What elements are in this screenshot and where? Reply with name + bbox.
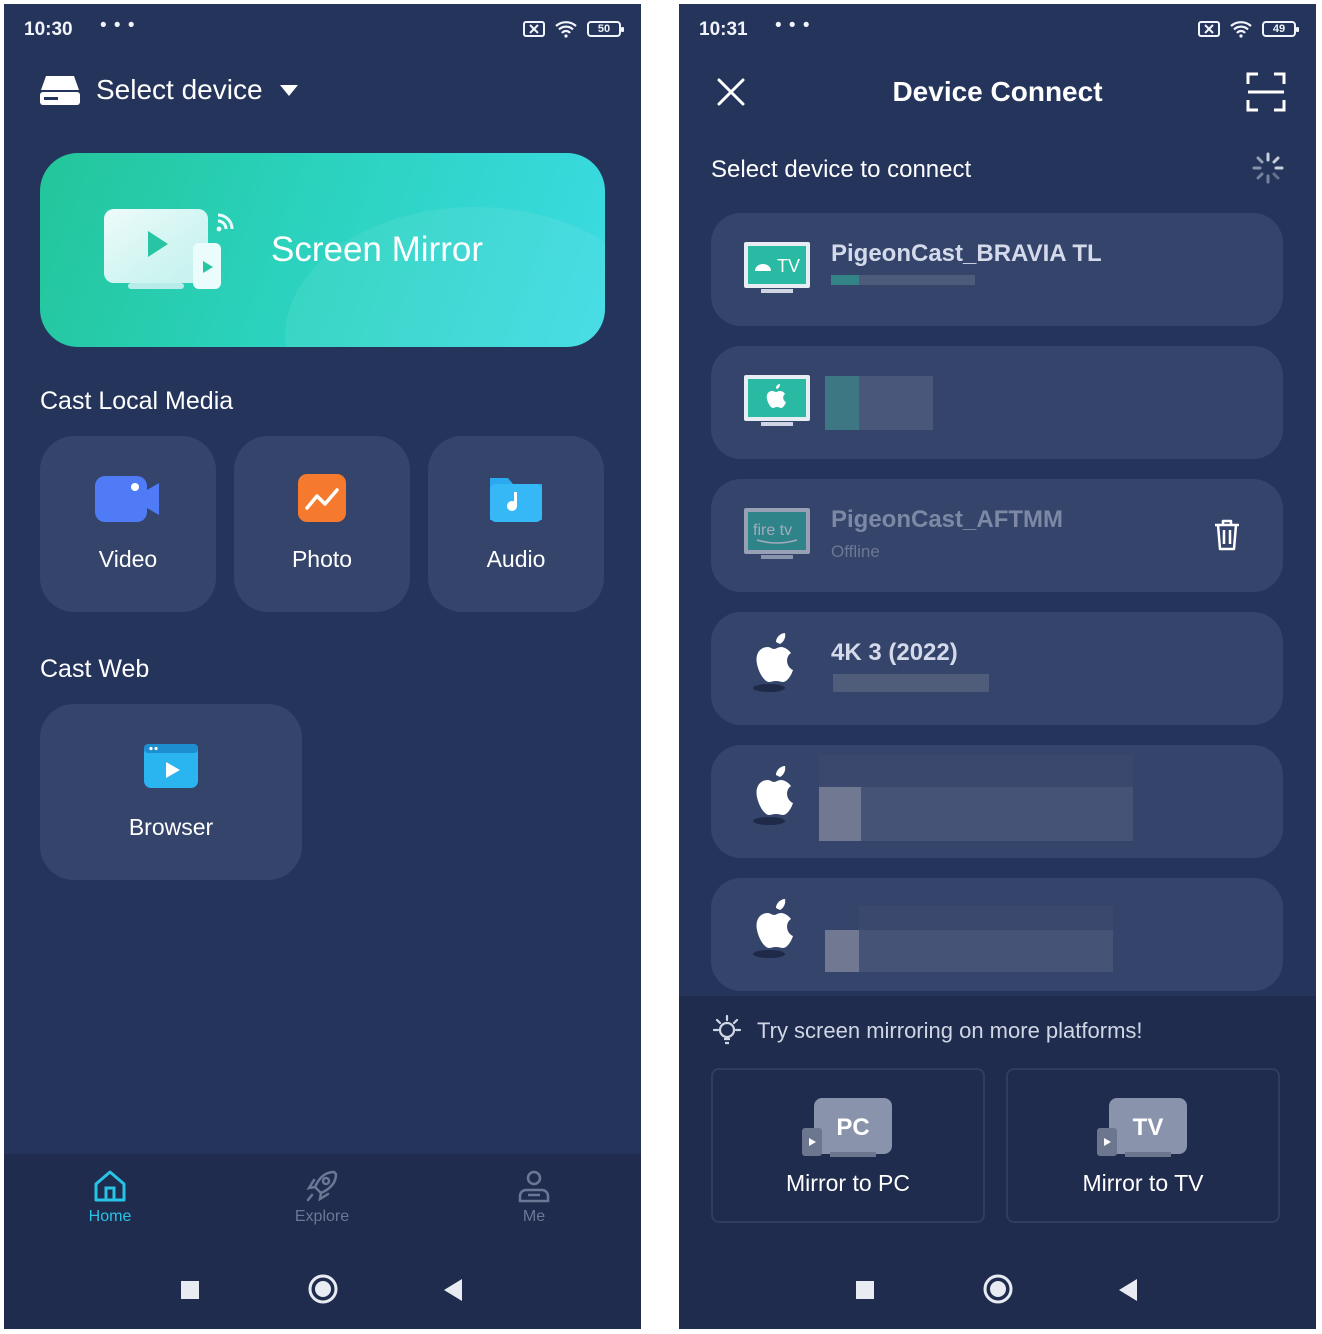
trash-icon[interactable] (1213, 519, 1241, 551)
tv-icon: TV (1097, 1098, 1187, 1157)
mirror-to-pc-button[interactable]: PC Mirror to PC (711, 1068, 985, 1223)
video-tile[interactable]: Video (40, 436, 216, 612)
blurred-name-accent (825, 376, 859, 430)
rocket-icon (306, 1170, 338, 1202)
browser-icon (144, 744, 198, 788)
apple-icon (753, 899, 793, 958)
mirror-to-tv-label: Mirror to TV (1082, 1170, 1204, 1196)
audio-folder-icon (490, 478, 542, 522)
device-item[interactable] (711, 878, 1283, 991)
screen-mirror-label: Screen Mirror (271, 230, 483, 269)
page-title: Device Connect (892, 76, 1103, 107)
screen-mirror-button[interactable]: Screen Mirror (40, 153, 605, 347)
back-triangle-icon[interactable] (1117, 1278, 1139, 1302)
audio-tile[interactable]: Audio (428, 436, 604, 612)
select-device-dropdown[interactable]: Select device (40, 74, 299, 106)
video-icon (95, 476, 159, 522)
device-name: PigeonCast_AFTMM (831, 506, 1064, 533)
battery-icon: 50 (587, 21, 624, 37)
device-item-offline[interactable]: fire tv PigeonCast_AFTMM Offline (711, 479, 1283, 592)
blurred-address-accent (831, 275, 859, 285)
lightbulb-icon (712, 1014, 742, 1045)
home-circle-icon[interactable] (307, 1273, 339, 1305)
blurred-name (859, 906, 1113, 930)
apple-tv-icon (744, 375, 810, 426)
mirror-to-pc-label: Mirror to PC (786, 1170, 910, 1196)
nav-explore[interactable]: Explore (262, 1168, 382, 1226)
status-time: 10:30 (24, 19, 73, 40)
pc-badge: PC (836, 1114, 869, 1141)
nav-me[interactable]: Me (474, 1168, 594, 1226)
photo-tile[interactable]: Photo (234, 436, 410, 612)
firetv-text: fire tv (753, 522, 792, 539)
select-device-label: Select device (96, 74, 263, 105)
photo-label: Photo (291, 546, 353, 572)
apple-icon (753, 766, 793, 825)
photo-icon (298, 474, 346, 522)
system-nav-bar (4, 1270, 641, 1310)
mirror-to-tv-button[interactable]: TV Mirror to TV (1006, 1068, 1280, 1223)
apple-icon (753, 633, 793, 692)
cast-local-media-title: Cast Local Media (40, 387, 234, 415)
device-item[interactable] (711, 346, 1283, 459)
tv-badge: TV (1133, 1114, 1164, 1141)
battery-icon: 49 (1262, 21, 1299, 37)
wifi-icon (1230, 21, 1252, 38)
status-time: 10:31 (699, 19, 748, 40)
scan-icon[interactable] (1246, 72, 1286, 112)
person-icon (518, 1170, 550, 1203)
sim-icon (523, 21, 545, 37)
select-device-label: Select device to connect (711, 156, 972, 183)
browser-label: Browser (128, 814, 214, 840)
screen-mirror-icon (104, 209, 234, 289)
recents-square-icon[interactable] (855, 1280, 875, 1300)
device-name: PigeonCast_BRAVIA TL (831, 240, 1102, 267)
browser-tile[interactable]: Browser (40, 704, 302, 880)
blurred-name-accent (825, 930, 859, 972)
notification-dots: • • • (100, 15, 136, 36)
device-item[interactable]: 4K 3 (2022) (711, 612, 1283, 725)
back-triangle-icon[interactable] (442, 1278, 464, 1302)
device-connect-screen: 10:31 • • • 49 Device Connect Select dev… (679, 4, 1316, 1329)
recents-square-icon[interactable] (180, 1280, 200, 1300)
home-screen: 10:30 • • • 50 Select device Screen Mirr… (4, 4, 641, 1329)
nav-home[interactable]: Home (50, 1168, 170, 1226)
blurred-address (833, 674, 989, 692)
device-name: 4K 3 (2022) (831, 639, 958, 666)
notification-dots: • • • (775, 15, 811, 36)
system-nav-bar (679, 1270, 1316, 1310)
status-bar: 10:31 • • • 49 (679, 4, 1316, 56)
sim-icon (1198, 21, 1220, 37)
home-circle-icon[interactable] (982, 1273, 1014, 1305)
firetv-icon: fire tv (744, 508, 810, 559)
loading-spinner-icon (1252, 152, 1284, 184)
blurred-name (825, 930, 1113, 972)
blurred-name (819, 755, 1133, 787)
tip-text: Try screen mirroring on more platforms! (757, 1018, 1143, 1043)
nav-home-label: Home (88, 1208, 132, 1225)
blurred-name (819, 787, 1133, 841)
home-icon (94, 1170, 126, 1202)
video-label: Video (98, 546, 158, 572)
blurred-name-accent (819, 787, 861, 841)
nav-explore-label: Explore (294, 1208, 350, 1225)
cast-web-title: Cast Web (40, 655, 150, 683)
device-status: Offline (831, 542, 880, 561)
status-bar: 10:30 • • • 50 (4, 4, 641, 56)
device-icon (40, 76, 80, 105)
audio-label: Audio (486, 546, 546, 572)
device-item[interactable]: TV PigeonCast_BRAVIA TL (711, 213, 1283, 326)
android-tv-icon: TV (744, 242, 810, 293)
tv-badge: TV (777, 256, 800, 276)
device-item[interactable] (711, 745, 1283, 858)
pc-icon: PC (802, 1098, 892, 1157)
nav-me-label: Me (522, 1208, 546, 1225)
wifi-icon (555, 21, 577, 38)
caret-down-icon (279, 85, 298, 96)
